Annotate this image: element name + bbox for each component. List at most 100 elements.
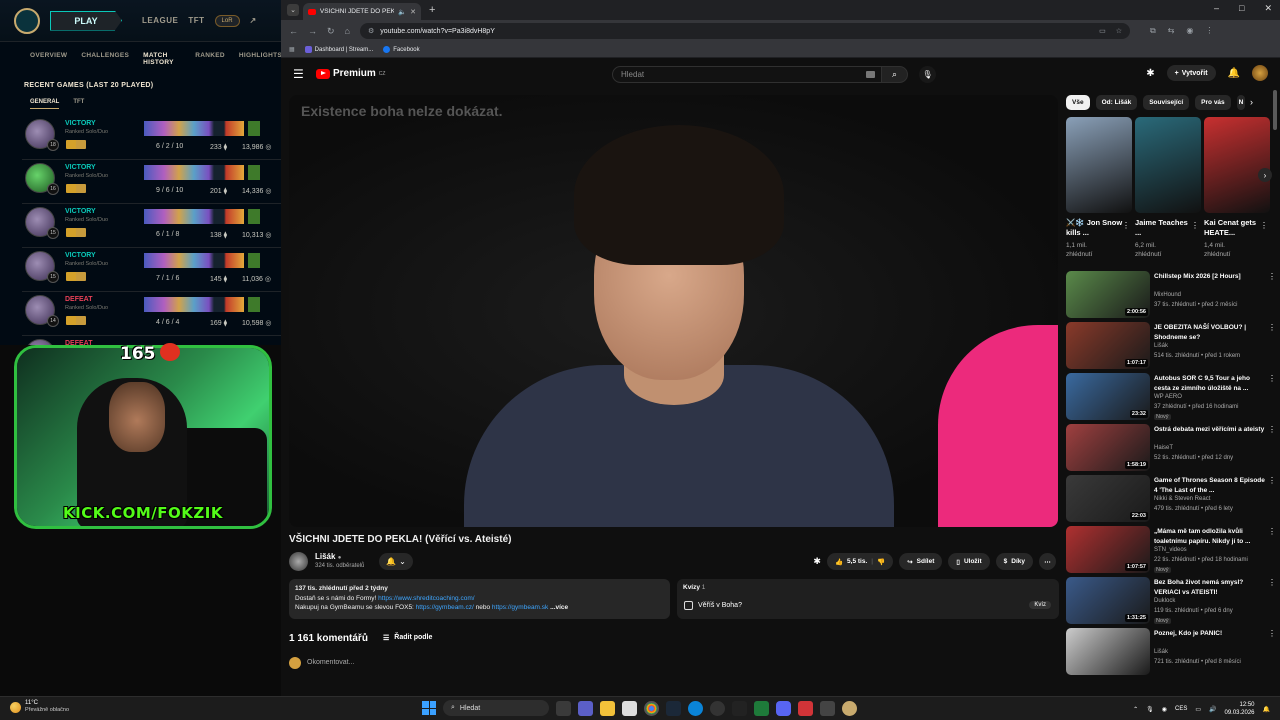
desc-link-gymbeam-sk[interactable]: https://gymbeam.sk	[492, 604, 548, 611]
weather-widget[interactable]: 11°C Převážně oblačno	[10, 700, 69, 714]
recommended-video[interactable]: 1:31:25 Bez Boha život nemá smysl? VERIA…	[1066, 575, 1276, 626]
voice-search-button[interactable]: 🎙	[919, 66, 936, 83]
profile-icon[interactable]: ◉	[1186, 26, 1193, 36]
video-channel[interactable]: WP AERO	[1154, 394, 1182, 400]
video-thumbnail[interactable]: 22:03	[1066, 475, 1150, 522]
lol-logo[interactable]	[14, 7, 40, 34]
browser-tab[interactable]: VŠICHNI JDETE DO PEKLA! 🔈 ✕	[303, 3, 421, 20]
reload-icon[interactable]: ↻	[327, 26, 335, 37]
store-icon[interactable]	[622, 700, 637, 716]
shorts-next-button[interactable]: ›	[1258, 168, 1272, 182]
tab-general[interactable]: GENERAL	[30, 99, 60, 109]
more-dots-icon[interactable]: ⋮	[1191, 221, 1199, 230]
desc-link-gymbeam-cz[interactable]: https://gymbeam.cz/	[416, 604, 474, 611]
clock[interactable]: 12:50 09.03.2026	[1224, 701, 1254, 717]
lol-play-button[interactable]: PLAY	[50, 10, 122, 31]
match-row[interactable]: 15 VICTORY Ranked Solo/Duo 7 / 1 / 6 145 ⧫…	[22, 248, 282, 292]
lol-tab-overview[interactable]: OVERVIEW	[30, 52, 67, 66]
obs-icon[interactable]	[710, 700, 725, 716]
site-info-icon[interactable]: ⚙	[368, 27, 374, 35]
short-thumbnail[interactable]	[1066, 117, 1132, 213]
video-channel[interactable]: HaiseT	[1154, 445, 1173, 451]
lol-tab-match-history[interactable]: MATCH HISTORY	[143, 52, 181, 66]
sort-button[interactable]: ☰ Řadit podle	[383, 634, 432, 642]
discord-icon[interactable]	[776, 700, 791, 716]
tab-search-icon[interactable]: ⌄	[287, 4, 299, 16]
lol-tab-highlights[interactable]: HIGHLIGHTS	[239, 52, 282, 66]
new-tab-icon[interactable]: +	[429, 4, 435, 16]
recommended-video[interactable]: 1:58:19 Ostrá debata mezi věřícími a ate…	[1066, 422, 1276, 473]
tab-close-icon[interactable]: ✕	[410, 8, 416, 16]
steam-icon[interactable]	[666, 700, 681, 716]
forward-icon[interactable]: →	[308, 26, 317, 36]
match-row[interactable]: 14 DEFEAT Ranked Solo/Duo 4 / 6 / 4 169 ⧫ …	[22, 292, 282, 336]
file-explorer-icon[interactable]	[600, 700, 615, 716]
video-channel[interactable]: Duklock	[1154, 598, 1175, 604]
video-thumbnail[interactable]: 1:31:25	[1066, 577, 1150, 624]
short-item[interactable]: Kai Cenat gets HEATE... 1,4 mil. zhlédnu…	[1204, 117, 1270, 259]
league-icon[interactable]	[842, 700, 857, 716]
subscription-bell-button[interactable]: 🔔 ⌄	[379, 553, 413, 570]
riot-icon[interactable]	[798, 700, 813, 716]
task-view-icon[interactable]	[556, 700, 571, 716]
apps-icon[interactable]: ▦	[289, 46, 295, 53]
maximize-icon[interactable]: □	[1239, 3, 1244, 14]
short-item[interactable]: Jaime Teaches ... 6,2 mil. zhlédnutí ⋮	[1135, 117, 1201, 259]
volume-icon[interactable]: 🔊	[1209, 706, 1216, 713]
search-button[interactable]: ⌕	[881, 66, 908, 83]
back-icon[interactable]: ←	[289, 26, 298, 36]
short-thumbnail[interactable]	[1204, 117, 1270, 213]
language-indicator[interactable]: CES	[1175, 706, 1187, 712]
video-thumbnail[interactable]	[1066, 628, 1150, 675]
video-thumbnail[interactable]: 1:07:57	[1066, 526, 1150, 573]
quiz-question[interactable]: Věříš v Boha?	[684, 601, 742, 610]
like-button[interactable]: 👍 5,5 tis. | 👎	[826, 553, 894, 570]
close-window-icon[interactable]: ✕	[1264, 3, 1272, 14]
taskbar-search[interactable]: ⌕ Hledat	[443, 700, 549, 716]
thanks-button[interactable]: $ Díky	[995, 553, 1033, 570]
thumbs-down-icon[interactable]: 👎	[877, 558, 885, 566]
channel-name[interactable]: Lišák ●	[315, 552, 341, 561]
settings-icon[interactable]	[820, 700, 835, 716]
search-input[interactable]: Hledat	[612, 66, 882, 83]
chip-related[interactable]: Související	[1143, 95, 1190, 110]
teams-icon[interactable]	[578, 700, 593, 716]
video-player[interactable]: Existence boha nelze dokázat.	[289, 95, 1058, 527]
translate-icon[interactable]: ⇆	[1168, 26, 1175, 36]
cast-icon[interactable]: ▭	[1099, 27, 1106, 35]
video-channel[interactable]: Lišák	[1154, 343, 1168, 349]
video-channel[interactable]: Lišák	[1154, 649, 1168, 655]
recommended-video[interactable]: 1:07:17 JE OBEZITA NAŠÍ VOLBOU? | Shodne…	[1066, 320, 1276, 371]
extension-icon[interactable]: ✱	[1146, 68, 1154, 79]
recommended-video[interactable]: 22:03 Game of Thrones Season 8 Episode 4…	[1066, 473, 1276, 524]
recommended-video[interactable]: 23:32 Autobus SOR C 9,5 Tour a jeho cest…	[1066, 371, 1276, 422]
notifications-bell-icon[interactable]: 🔔	[1228, 68, 1240, 79]
create-button[interactable]: + Vytvořit	[1166, 65, 1216, 81]
video-thumbnail[interactable]: 1:07:17	[1066, 322, 1150, 369]
tray-chevron-icon[interactable]: ⌃	[1133, 706, 1138, 713]
video-channel[interactable]: Nikki & Steven React	[1154, 496, 1210, 502]
more-actions-button[interactable]: ⋯	[1039, 553, 1056, 570]
lol-tab-ranked[interactable]: RANKED	[195, 52, 225, 66]
more-dots-icon[interactable]: ⋮	[1260, 221, 1268, 230]
chevron-right-icon[interactable]: ›	[1250, 97, 1253, 107]
bookmark-facebook[interactable]: Facebook	[383, 46, 420, 53]
capcut-icon[interactable]	[732, 700, 747, 716]
lol-lor-button[interactable]: LoR	[214, 14, 240, 27]
bookmark-dashboard[interactable]: Dashboard | Stream...	[304, 46, 373, 53]
home-icon[interactable]: ⌂	[345, 26, 350, 36]
hamburger-menu-icon[interactable]: ☰	[293, 67, 304, 81]
short-item[interactable]: ⚔️❄️ Jon Snow kills ... 1,1 mil. zhlédnu…	[1066, 117, 1132, 259]
video-thumbnail[interactable]: 2:00:56	[1066, 271, 1150, 318]
chip-from-channel[interactable]: Od: Lišák	[1095, 95, 1138, 110]
excel-icon[interactable]	[754, 700, 769, 716]
chip-all[interactable]: Vše	[1066, 95, 1090, 110]
network-icon[interactable]: ▭	[1195, 706, 1201, 713]
chip-for-you[interactable]: Pro vás	[1195, 95, 1231, 110]
share-button[interactable]: ↪ Sdílet	[899, 553, 943, 570]
keyboard-icon[interactable]	[866, 71, 875, 78]
external-link-icon[interactable]: ↗	[250, 16, 257, 25]
video-channel[interactable]: MixHound	[1154, 292, 1181, 298]
minimize-icon[interactable]: –	[1214, 3, 1219, 14]
save-button[interactable]: ▯ Uložit	[948, 553, 990, 570]
